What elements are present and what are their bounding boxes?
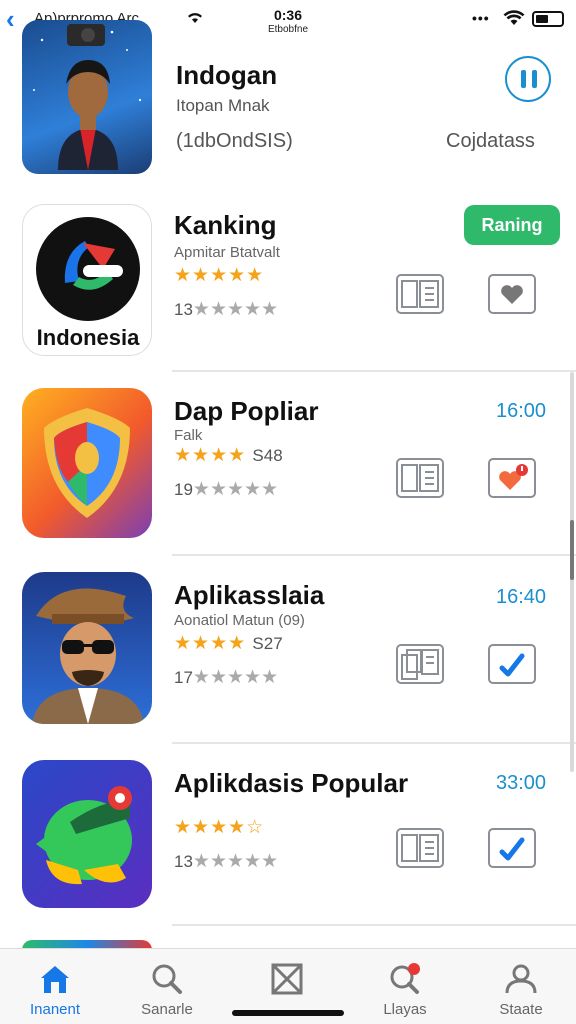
app-rating-stars: ★★★★★ (174, 264, 264, 287)
wifi-icon (188, 13, 202, 23)
count-stars: ★★★★★ (192, 667, 279, 688)
status-time: 0:36 (273, 7, 303, 23)
app-time-label: 16:00 (496, 400, 547, 422)
shield-logo-icon (44, 408, 130, 518)
app-icon-caption: Indonesia (36, 325, 140, 350)
count-stars: ★★★★★ (192, 299, 279, 320)
home-indicator[interactable] (232, 1010, 344, 1016)
details-button[interactable] (396, 274, 444, 314)
stars-text: ★★★★☆ (174, 817, 265, 838)
person-with-camera-image (33, 24, 142, 170)
stars-text: ★★★★ (174, 633, 247, 654)
apps-icon (271, 963, 303, 995)
pause-icon-bar (532, 70, 537, 88)
pause-button[interactable] (505, 56, 551, 102)
get-button[interactable]: Raning (464, 205, 560, 245)
count-stars: ★★★★★ (192, 851, 279, 872)
featured-subtitle: Itopan Mnak (176, 96, 270, 115)
app-name[interactable]: Kanking (174, 210, 277, 241)
app-subtitle: Falk (174, 427, 203, 444)
book-icon (401, 464, 439, 492)
favorite-button[interactable] (488, 274, 536, 314)
tab-search[interactable]: Sanarle (112, 949, 222, 1024)
pause-icon (521, 70, 526, 88)
tab-profile[interactable]: Staate (466, 949, 576, 1024)
battery-icon (532, 11, 564, 27)
row-divider (172, 554, 576, 556)
row-divider (172, 370, 576, 372)
book-icon (401, 280, 439, 308)
details-button[interactable] (396, 828, 444, 868)
wifi-signal-icon (503, 10, 525, 25)
app-name[interactable]: Dap Popliar (174, 396, 318, 427)
row-divider (172, 924, 576, 926)
app-icon-indonesia[interactable]: Indonesia (22, 204, 152, 356)
app-subtitle: Aonatiol Matun (09) (174, 612, 305, 629)
stars-text: ★★★★ (174, 445, 247, 466)
profile-icon (505, 964, 537, 994)
count-number: 13 (174, 300, 193, 319)
count-number: 13 (174, 852, 193, 871)
app-review-count: 17★★★★★ (174, 666, 278, 689)
details-button[interactable] (396, 458, 444, 498)
app-time-label: 33:00 (496, 772, 547, 794)
search-icon (152, 964, 182, 994)
tab-label: Inanent (29, 1001, 81, 1018)
app-review-count: 19★★★★★ (174, 478, 278, 501)
app-rating-stars: ★★★★ S27 (174, 632, 283, 655)
count-number: 17 (174, 668, 193, 687)
tab-label: Staate (499, 1001, 543, 1018)
app-time-label: 16:40 (496, 586, 547, 608)
app-review-count: 13★★★★★ (174, 298, 278, 321)
app-name[interactable]: Aplikdasis Popular (174, 768, 408, 799)
checkmark-icon (499, 653, 525, 677)
app-icon-shield[interactable] (22, 388, 152, 538)
count-stars: ★★★★★ (192, 479, 279, 500)
rating-extra: S48 (252, 446, 283, 465)
checkmark-icon (499, 837, 525, 861)
count-number: 19 (174, 480, 193, 499)
tab-home[interactable]: Inanent (0, 949, 110, 1024)
app-icon-bird[interactable] (22, 760, 152, 908)
cellular-dots-icon: ••• (472, 10, 490, 26)
app-rating-stars: ★★★★☆ (174, 816, 264, 839)
app-name[interactable]: Aplikasslaia (174, 580, 324, 611)
green-bird-icon (36, 786, 132, 885)
tab-label: Llayas (383, 1001, 427, 1018)
app-subtitle: Apmitar Btatvalt (174, 244, 280, 261)
cartoon-character-icon (32, 588, 144, 724)
featured-avatar[interactable] (22, 20, 152, 174)
status-subtext: Etbobfne (267, 24, 309, 35)
tab-label: Sanarle (141, 1001, 193, 1018)
back-chevron-icon[interactable]: ‹ (6, 6, 15, 32)
book-copy-icon (401, 649, 439, 680)
featured-side-label: Cojdatass (446, 130, 535, 152)
heart-badge-icon (499, 464, 528, 490)
app-icon-character[interactable] (22, 572, 152, 724)
book-icon (401, 834, 439, 862)
scrollbar-thumb[interactable] (570, 520, 574, 580)
tab-notifications[interactable]: Llayas (350, 949, 460, 1024)
home-icon (41, 966, 69, 993)
featured-meta: (1dbOndSIS) (176, 130, 293, 152)
favorite-button[interactable] (488, 458, 536, 498)
app-review-count: 13★★★★★ (174, 850, 278, 873)
heart-icon (501, 285, 523, 304)
details-button[interactable] (396, 644, 444, 684)
confirm-button[interactable] (488, 644, 536, 684)
notifications-icon (390, 963, 420, 994)
confirm-button[interactable] (488, 828, 536, 868)
app-rating-stars: ★★★★ S48 (174, 444, 283, 467)
stars-text: ★★★★★ (174, 265, 265, 286)
row-divider (172, 742, 576, 744)
featured-title: Indogan (176, 60, 278, 90)
rating-extra: S27 (252, 634, 283, 653)
